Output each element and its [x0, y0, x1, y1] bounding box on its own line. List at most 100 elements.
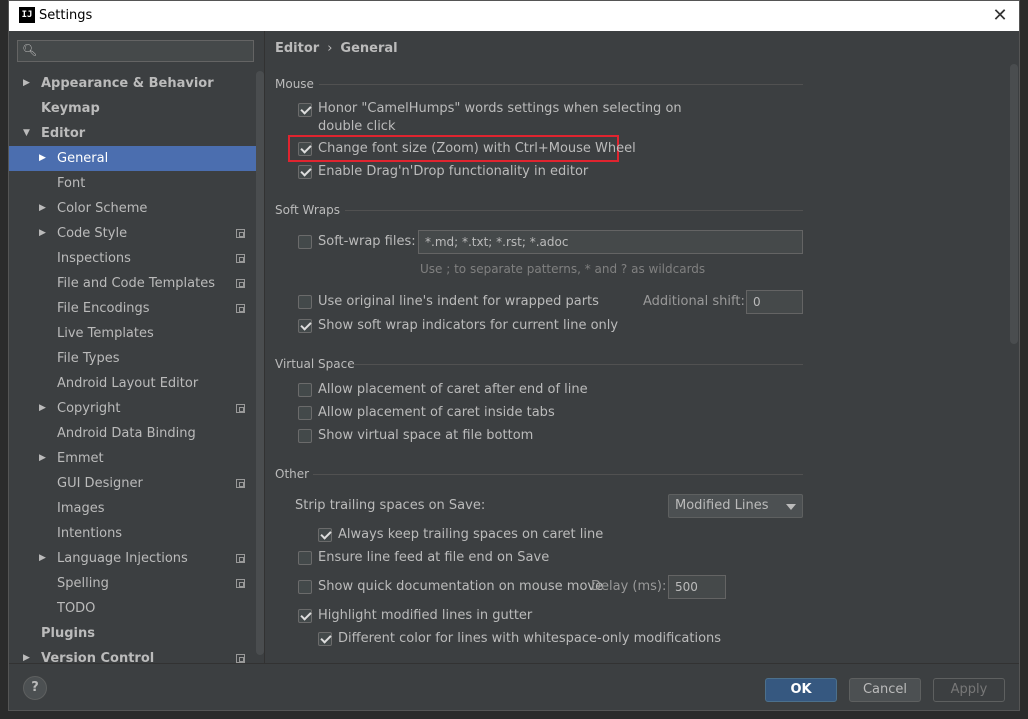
- strip-trailing-label: Strip trailing spaces on Save:: [295, 498, 486, 513]
- apply-button[interactable]: Apply: [933, 678, 1005, 702]
- sidebar-item-font[interactable]: Font: [9, 171, 264, 196]
- sidebar-scrollbar[interactable]: [256, 71, 264, 655]
- camelhumps-checkbox[interactable]: [298, 103, 312, 117]
- caret-after-end-checkbox[interactable]: [298, 383, 312, 397]
- breadcrumb-parent[interactable]: Editor: [275, 41, 319, 56]
- expand-right-icon[interactable]: ▶: [39, 546, 46, 571]
- softwrap-hint: Use ; to separate patterns, * and ? as w…: [420, 262, 706, 276]
- highlight-modified-label: Highlight modified lines in gutter: [318, 608, 533, 623]
- sidebar-item-label: Intentions: [57, 526, 123, 541]
- expand-right-icon[interactable]: ▶: [23, 71, 30, 96]
- strip-trailing-select[interactable]: Modified Lines: [668, 494, 803, 518]
- expand-right-icon[interactable]: ▶: [39, 446, 46, 471]
- project-scope-icon: [236, 254, 245, 263]
- additional-shift-input[interactable]: 0: [746, 290, 803, 314]
- sidebar-item-label: Keymap: [41, 101, 100, 116]
- dragdrop-checkbox[interactable]: [298, 165, 312, 179]
- sidebar-item-android-layout-editor[interactable]: Android Layout Editor: [9, 371, 264, 396]
- sidebar-item-label: Inspections: [57, 251, 131, 266]
- sidebar-item-spelling[interactable]: Spelling: [9, 571, 264, 596]
- sidebar-item-code-style[interactable]: ▶ Code Style: [9, 221, 264, 246]
- section-divider: [319, 84, 803, 85]
- line-feed-checkbox[interactable]: [298, 551, 312, 565]
- chevron-down-icon: [786, 504, 796, 510]
- virtual-space-bottom-checkbox[interactable]: [298, 429, 312, 443]
- sidebar-item-file-encodings[interactable]: File Encodings: [9, 296, 264, 321]
- sidebar-item-inspections[interactable]: Inspections: [9, 246, 264, 271]
- breadcrumb: Editor › General: [275, 41, 398, 56]
- project-scope-icon: [236, 229, 245, 238]
- sidebar-item-color-scheme[interactable]: ▶ Color Scheme: [9, 196, 264, 221]
- softwrap-files-input[interactable]: *.md; *.txt; *.rst; *.adoc: [418, 230, 803, 254]
- keep-trailing-label: Always keep trailing spaces on caret lin…: [338, 527, 604, 542]
- sidebar-item-todo[interactable]: TODO: [9, 596, 264, 621]
- sidebar-item-language-injections[interactable]: ▶ Language Injections: [9, 546, 264, 571]
- caret-inside-tabs-checkbox[interactable]: [298, 406, 312, 420]
- sidebar-item-editor[interactable]: ▼ Editor: [9, 121, 264, 146]
- section-divider: [313, 474, 803, 475]
- delay-label: Delay (ms):: [591, 579, 667, 594]
- delay-input[interactable]: 500: [668, 575, 726, 599]
- section-title-other: Other: [275, 467, 310, 481]
- project-scope-icon: [236, 404, 245, 413]
- window-title: Settings: [39, 8, 93, 23]
- additional-shift-label: Additional shift:: [643, 294, 745, 309]
- sidebar-item-label: Android Layout Editor: [57, 376, 199, 391]
- keep-trailing-checkbox[interactable]: [318, 528, 332, 542]
- sidebar-item-label: Appearance & Behavior: [41, 76, 214, 91]
- original-indent-checkbox[interactable]: [298, 295, 312, 309]
- project-scope-icon: [236, 579, 245, 588]
- settings-sidebar: 🔍︎ ▶ Appearance & Behavior Keymap ▼ Editor ▶ G…: [9, 31, 264, 666]
- expand-down-icon[interactable]: ▼: [23, 121, 30, 146]
- settings-dialog: IJ Settings ✕ 🔍︎ ▶ Appearance & Behavior K…: [8, 0, 1020, 711]
- intellij-app-icon: IJ: [19, 7, 35, 23]
- diff-color-checkbox[interactable]: [318, 632, 332, 646]
- wrap-indicators-label: Show soft wrap indicators for current li…: [318, 318, 619, 333]
- title-bar: IJ Settings ✕: [9, 1, 1019, 31]
- zoom-checkbox[interactable]: [298, 142, 312, 156]
- quick-doc-checkbox[interactable]: [298, 580, 312, 594]
- ok-button[interactable]: OK: [765, 678, 837, 702]
- expand-right-icon[interactable]: ▶: [39, 146, 46, 171]
- expand-right-icon[interactable]: ▶: [39, 196, 46, 221]
- sidebar-item-appearance-behavior[interactable]: ▶ Appearance & Behavior: [9, 71, 264, 96]
- sidebar-item-images[interactable]: Images: [9, 496, 264, 521]
- sidebar-item-label: File Encodings: [57, 301, 150, 316]
- sidebar-item-general[interactable]: ▶ General: [9, 146, 264, 171]
- wrap-indicators-checkbox[interactable]: [298, 319, 312, 333]
- original-indent-label: Use original line's indent for wrapped p…: [318, 294, 599, 309]
- sidebar-item-plugins[interactable]: Plugins: [9, 621, 264, 646]
- sidebar-item-intentions[interactable]: Intentions: [9, 521, 264, 546]
- section-title-virtual-space: Virtual Space: [275, 357, 355, 371]
- sidebar-item-keymap[interactable]: Keymap: [9, 96, 264, 121]
- sidebar-item-label: Live Templates: [57, 326, 154, 341]
- cancel-button[interactable]: Cancel: [849, 678, 921, 702]
- sidebar-item-emmet[interactable]: ▶ Emmet: [9, 446, 264, 471]
- sidebar-item-label: General: [57, 151, 109, 166]
- sidebar-item-live-templates[interactable]: Live Templates: [9, 321, 264, 346]
- sidebar-item-gui-designer[interactable]: GUI Designer: [9, 471, 264, 496]
- caret-after-end-label: Allow placement of caret after end of li…: [318, 382, 588, 397]
- sidebar-item-file-and-code-templates[interactable]: File and Code Templates: [9, 271, 264, 296]
- section-title-soft-wraps: Soft Wraps: [275, 203, 340, 217]
- sidebar-item-label: Code Style: [57, 226, 128, 241]
- sidebar-item-file-types[interactable]: File Types: [9, 346, 264, 371]
- project-scope-icon: [236, 554, 245, 563]
- help-button[interactable]: ?: [23, 676, 47, 700]
- highlight-modified-checkbox[interactable]: [298, 609, 312, 623]
- section-title-mouse: Mouse: [275, 77, 314, 91]
- close-icon[interactable]: ✕: [989, 5, 1011, 27]
- sidebar-item-label: Images: [57, 501, 105, 516]
- content-scrollbar[interactable]: [1010, 64, 1018, 344]
- expand-right-icon[interactable]: ▶: [39, 396, 46, 421]
- expand-right-icon[interactable]: ▶: [39, 221, 46, 246]
- sidebar-item-label: Font: [57, 176, 86, 191]
- sidebar-item-copyright[interactable]: ▶ Copyright: [9, 396, 264, 421]
- softwrap-files-label: Soft-wrap files:: [318, 234, 416, 249]
- sidebar-item-label: Plugins: [41, 626, 95, 641]
- dialog-footer: ? OK Cancel Apply: [9, 663, 1019, 710]
- sidebar-item-android-data-binding[interactable]: Android Data Binding: [9, 421, 264, 446]
- sidebar-item-label: File and Code Templates: [57, 276, 215, 291]
- settings-search-input[interactable]: 🔍︎: [17, 40, 254, 62]
- softwrap-files-checkbox[interactable]: [298, 235, 312, 249]
